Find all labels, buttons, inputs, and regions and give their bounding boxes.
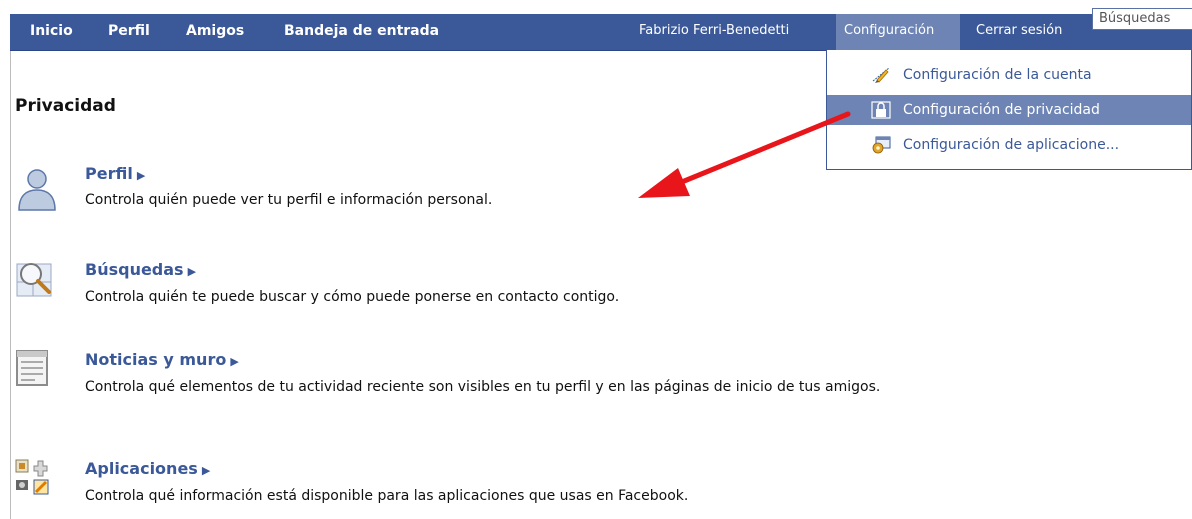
nav-user-link[interactable]: Fabrizio Ferri-Benedetti [639, 14, 789, 50]
lock-icon [871, 101, 891, 119]
section-title-label[interactable]: Búsquedas [85, 260, 184, 279]
top-navigation-bar: Inicio Perfil Amigos Bandeja de entrada … [10, 14, 1192, 51]
section-title-search[interactable]: Búsquedas ▶ [85, 260, 196, 279]
search-input[interactable]: Búsquedas [1092, 8, 1192, 30]
section-title-label[interactable]: Perfil [85, 164, 133, 183]
page-title: Privacidad [15, 96, 116, 116]
section-title-profile[interactable]: Perfil ▶ [85, 164, 145, 183]
menu-item-label: Configuración de aplicacione... [903, 137, 1120, 153]
menu-item-privacy-settings[interactable]: Configuración de privacidad [827, 95, 1191, 125]
nav-logout-link[interactable]: Cerrar sesión [976, 14, 1062, 50]
menu-item-label: Configuración de privacidad [903, 102, 1100, 118]
person-icon [18, 169, 56, 211]
triangle-right-icon: ▶ [230, 355, 239, 368]
settings-dropdown-menu: Configuración de la cuenta Configuración… [826, 50, 1192, 170]
section-title-applications[interactable]: Aplicaciones ▶ [85, 459, 210, 478]
nav-friends-link[interactable]: Amigos [186, 14, 244, 50]
menu-item-application-settings[interactable]: Configuración de aplicacione... [827, 130, 1191, 160]
nav-inbox-link[interactable]: Bandeja de entrada [284, 14, 439, 50]
section-title-label[interactable]: Aplicaciones [85, 459, 198, 478]
magnifier-icon [16, 263, 52, 297]
section-desc-applications: Controla qué información está disponible… [85, 488, 689, 504]
annotation-arrow [638, 111, 851, 198]
triangle-right-icon: ▶ [136, 169, 146, 182]
nav-home-link[interactable]: Inicio [30, 14, 73, 50]
nav-profile-link[interactable]: Perfil [108, 14, 150, 50]
menu-item-label: Configuración de la cuenta [903, 67, 1092, 83]
section-title-news-wall[interactable]: Noticias y muro ▶ [85, 350, 239, 369]
section-title-label[interactable]: Noticias y muro [85, 350, 226, 369]
section-desc-search: Controla quién te puede buscar y cómo pu… [85, 289, 620, 305]
pencil-icon [872, 67, 890, 83]
nav-settings-tab[interactable]: Configuración [836, 14, 960, 50]
news-feed-icon [16, 350, 48, 386]
application-gear-icon [872, 136, 891, 154]
section-desc-news-wall: Controla qué elementos de tu actividad r… [85, 379, 881, 395]
menu-item-account-settings[interactable]: Configuración de la cuenta [827, 60, 1191, 90]
triangle-right-icon: ▶ [187, 265, 197, 278]
applications-icon [15, 459, 49, 495]
triangle-right-icon: ▶ [201, 464, 211, 477]
